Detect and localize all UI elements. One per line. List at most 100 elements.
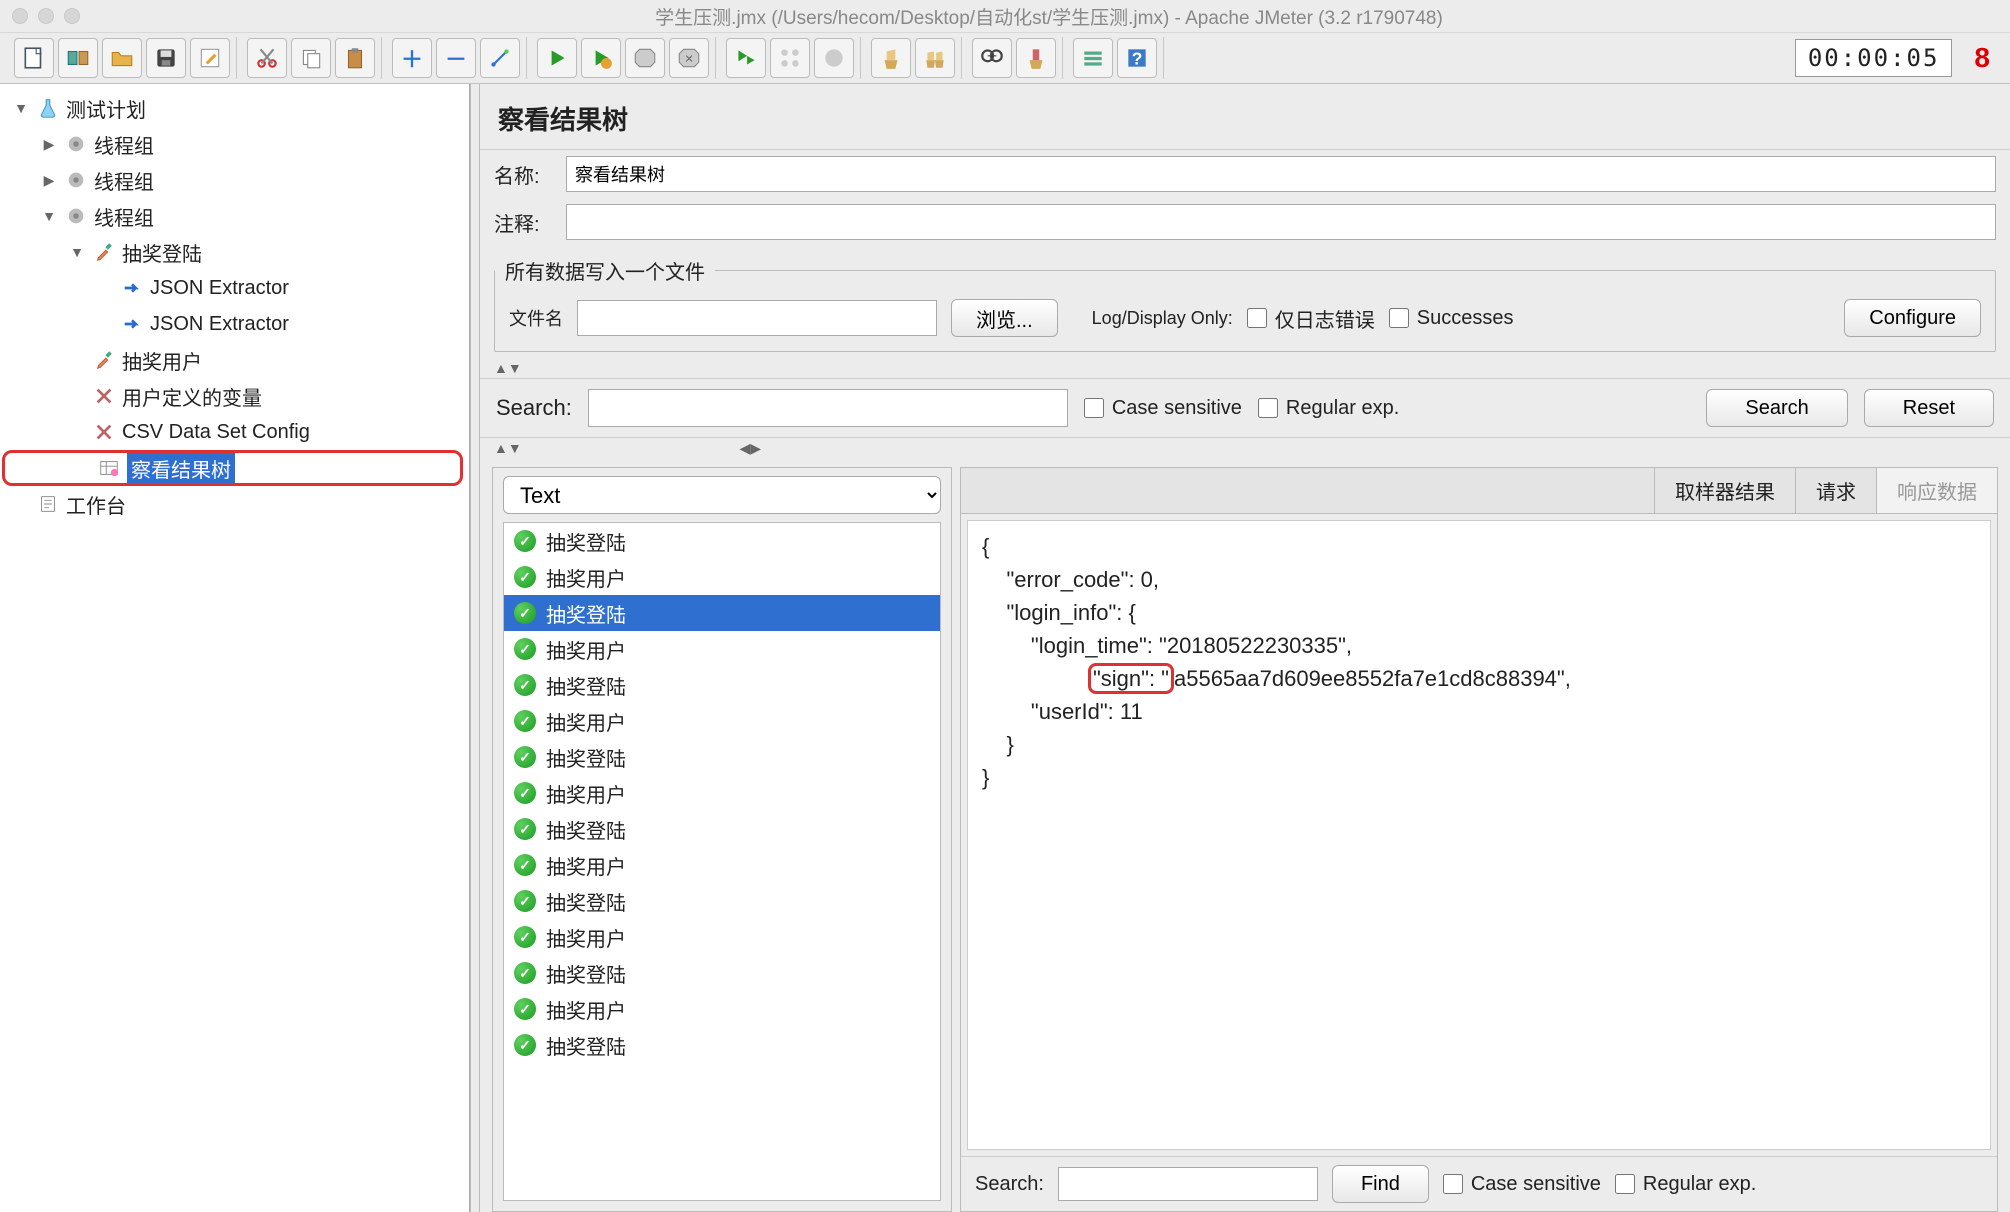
stop-button[interactable] bbox=[625, 38, 665, 78]
result-item[interactable]: ✓抽奖登陆 bbox=[504, 667, 940, 703]
tree-csv-config[interactable]: CSV Data Set Config bbox=[0, 414, 469, 450]
tree-thread-group-3[interactable]: ▼ 线程组 bbox=[0, 198, 469, 234]
tree-sampler-user[interactable]: 抽奖用户 bbox=[0, 342, 469, 378]
result-item[interactable]: ✓抽奖登陆 bbox=[504, 811, 940, 847]
close-window-icon[interactable] bbox=[12, 8, 28, 24]
edit-button[interactable] bbox=[190, 38, 230, 78]
clear-button[interactable] bbox=[871, 38, 911, 78]
response-body[interactable]: { "error_code": 0, "login_info": { "logi… bbox=[967, 520, 1991, 1150]
start-no-pause-button[interactable] bbox=[581, 38, 621, 78]
tree-label: 察看结果树 bbox=[127, 453, 235, 484]
expand-icon[interactable]: ▼ bbox=[12, 100, 30, 116]
help-button[interactable]: ? bbox=[1117, 38, 1157, 78]
remote-start-button[interactable] bbox=[726, 38, 766, 78]
tab-request[interactable]: 请求 bbox=[1795, 468, 1876, 513]
gear-icon bbox=[64, 204, 88, 228]
expand-icon[interactable]: ▶ bbox=[40, 172, 58, 189]
paste-button[interactable] bbox=[335, 38, 375, 78]
reset-search-button[interactable] bbox=[1016, 38, 1056, 78]
tree-sampler-login[interactable]: ▼ 抽奖登陆 bbox=[0, 234, 469, 270]
splitter-handle[interactable]: ▲▼ bbox=[480, 358, 2010, 378]
result-item[interactable]: ✓抽奖登陆 bbox=[504, 955, 940, 991]
tree-label: 工作台 bbox=[66, 490, 126, 519]
search-button[interactable]: Search bbox=[1706, 389, 1847, 427]
result-item[interactable]: ✓抽奖用户 bbox=[504, 631, 940, 667]
shutdown-button[interactable]: ✕ bbox=[669, 38, 709, 78]
test-plan-tree[interactable]: ▼ 测试计划 ▶ 线程组 ▶ 线程组 ▼ 线程组 ▼ bbox=[0, 84, 470, 1212]
successes-checkbox[interactable]: Successes bbox=[1389, 307, 1514, 330]
result-list[interactable]: ✓抽奖登陆✓抽奖用户✓抽奖登陆✓抽奖用户✓抽奖登陆✓抽奖用户✓抽奖登陆✓抽奖用户… bbox=[503, 522, 941, 1201]
cut-button[interactable] bbox=[247, 38, 287, 78]
remote-stop-button[interactable] bbox=[814, 38, 854, 78]
tab-sampler-result[interactable]: 取样器结果 bbox=[1654, 468, 1795, 513]
toggle-button[interactable] bbox=[480, 38, 520, 78]
clear-all-button[interactable] bbox=[915, 38, 955, 78]
open-button[interactable] bbox=[102, 38, 142, 78]
tree-json-extractor-1[interactable]: JSON Extractor bbox=[0, 270, 469, 306]
templates-button[interactable] bbox=[58, 38, 98, 78]
new-file-button[interactable] bbox=[14, 38, 54, 78]
save-button[interactable] bbox=[146, 38, 186, 78]
start-button[interactable] bbox=[537, 38, 577, 78]
result-item[interactable]: ✓抽奖用户 bbox=[504, 559, 940, 595]
find-button[interactable]: Find bbox=[1332, 1165, 1429, 1203]
collapse-button[interactable]: － bbox=[436, 38, 476, 78]
function-helper-button[interactable] bbox=[1073, 38, 1113, 78]
regex-checkbox[interactable]: Regular exp. bbox=[1258, 397, 1399, 420]
result-item[interactable]: ✓抽奖登陆 bbox=[504, 595, 940, 631]
renderer-select[interactable]: Text bbox=[503, 476, 941, 514]
result-item[interactable]: ✓抽奖用户 bbox=[504, 703, 940, 739]
tree-label: 线程组 bbox=[94, 166, 154, 195]
result-item[interactable]: ✓抽奖登陆 bbox=[504, 1027, 940, 1063]
minimize-window-icon[interactable] bbox=[38, 8, 54, 24]
browse-button[interactable]: 浏览... bbox=[951, 299, 1058, 337]
tree-thread-group-1[interactable]: ▶ 线程组 bbox=[0, 126, 469, 162]
expand-icon[interactable]: ▼ bbox=[68, 244, 86, 260]
copy-button[interactable] bbox=[291, 38, 331, 78]
errors-only-checkbox[interactable]: 仅日志错误 bbox=[1247, 304, 1375, 333]
expand-icon[interactable]: ▼ bbox=[40, 208, 58, 224]
result-item[interactable]: ✓抽奖用户 bbox=[504, 919, 940, 955]
result-item[interactable]: ✓抽奖用户 bbox=[504, 847, 940, 883]
name-input[interactable] bbox=[566, 156, 1996, 192]
case-sensitive-checkbox-2[interactable]: Case sensitive bbox=[1443, 1173, 1601, 1196]
splitter-handle-2[interactable]: ▲▼ ◀▶ bbox=[480, 438, 2010, 459]
case-sensitive-checkbox[interactable]: Case sensitive bbox=[1084, 397, 1242, 420]
search-tree-button[interactable] bbox=[972, 38, 1012, 78]
result-item[interactable]: ✓抽奖用户 bbox=[504, 991, 940, 1027]
remote-start-all-button[interactable] bbox=[770, 38, 810, 78]
result-item[interactable]: ✓抽奖登陆 bbox=[504, 523, 940, 559]
fieldset-legend: 所有数据写入一个文件 bbox=[495, 252, 715, 289]
gear-icon bbox=[64, 132, 88, 156]
success-icon: ✓ bbox=[514, 890, 536, 912]
result-item[interactable]: ✓抽奖登陆 bbox=[504, 883, 940, 919]
tree-user-vars[interactable]: 用户定义的变量 bbox=[0, 378, 469, 414]
vertical-splitter[interactable] bbox=[470, 84, 480, 1212]
result-label: 抽奖用户 bbox=[546, 707, 626, 736]
filename-input[interactable] bbox=[577, 300, 937, 336]
search-label: Search: bbox=[496, 395, 572, 421]
expand-icon[interactable]: ▶ bbox=[40, 136, 58, 153]
result-item[interactable]: ✓抽奖登陆 bbox=[504, 739, 940, 775]
window-controls[interactable] bbox=[12, 8, 80, 24]
result-item[interactable]: ✓抽奖用户 bbox=[504, 775, 940, 811]
regex-checkbox-2[interactable]: Regular exp. bbox=[1615, 1173, 1756, 1196]
expand-button[interactable]: ＋ bbox=[392, 38, 432, 78]
tree-json-extractor-2[interactable]: JSON Extractor bbox=[0, 306, 469, 342]
search-input[interactable] bbox=[588, 389, 1068, 427]
tab-response-data[interactable]: 响应数据 bbox=[1876, 468, 1997, 513]
zoom-window-icon[interactable] bbox=[64, 8, 80, 24]
tree-workbench[interactable]: 工作台 bbox=[0, 486, 469, 522]
success-icon: ✓ bbox=[514, 926, 536, 948]
gear-icon bbox=[64, 168, 88, 192]
success-icon: ✓ bbox=[514, 638, 536, 660]
tree-thread-group-2[interactable]: ▶ 线程组 bbox=[0, 162, 469, 198]
result-label: 抽奖登陆 bbox=[546, 743, 626, 772]
response-search-input[interactable] bbox=[1058, 1167, 1318, 1201]
comment-input[interactable] bbox=[566, 204, 1996, 240]
success-icon: ✓ bbox=[514, 782, 536, 804]
tree-view-results-tree[interactable]: 察看结果树 bbox=[2, 450, 463, 486]
reset-button[interactable]: Reset bbox=[1864, 389, 1994, 427]
tree-test-plan[interactable]: ▼ 测试计划 bbox=[0, 90, 469, 126]
configure-button[interactable]: Configure bbox=[1844, 299, 1981, 337]
